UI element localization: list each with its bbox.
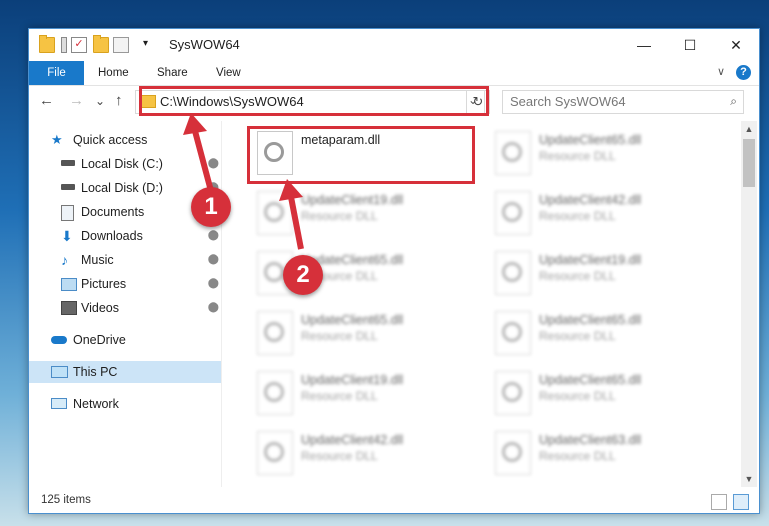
step-badge-1: 1 [191,187,231,227]
step-badge-2: 2 [283,255,323,295]
annotation-arrows [183,113,304,250]
arrow-line-2 [288,196,304,250]
arrow-line-1 [192,130,214,192]
file-explorer-window: ✓ ▾ SysWOW64 — ☐ ✕ File Home Share View … [28,28,760,514]
arrow-head-1 [183,113,207,135]
arrow-head-2 [279,179,303,201]
